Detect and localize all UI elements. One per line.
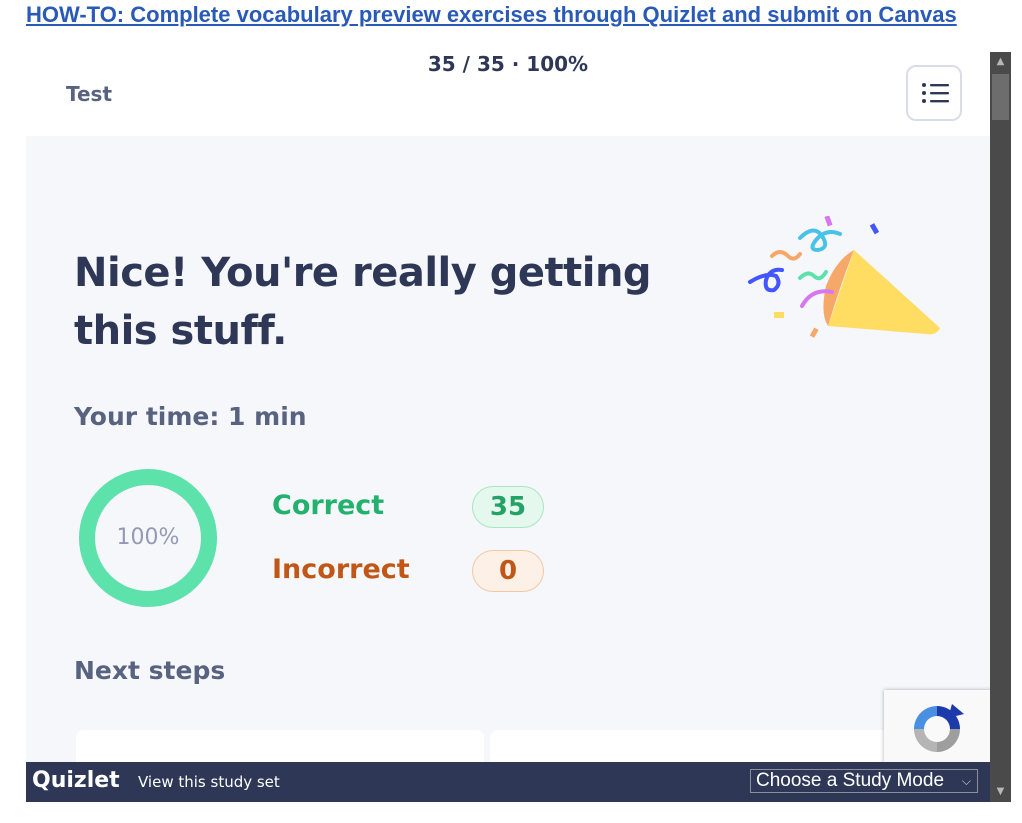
scrollbar[interactable]: ▲ ▼ bbox=[990, 52, 1011, 802]
view-study-set-link[interactable]: View this study set bbox=[138, 773, 280, 791]
scroll-up-arrow-icon[interactable]: ▲ bbox=[990, 52, 1011, 72]
scroll-down-arrow-icon[interactable]: ▼ bbox=[990, 782, 1011, 802]
top-bar: Test 35 / 35 · 100% bbox=[26, 52, 990, 136]
incorrect-count-badge: 0 bbox=[472, 550, 544, 592]
study-mode-label: Test bbox=[66, 82, 113, 106]
correct-label: Correct bbox=[272, 490, 385, 521]
time-label: Your time: 1 min bbox=[74, 402, 307, 431]
progress-counter: 35 / 35 · 100% bbox=[427, 52, 589, 76]
study-mode-select[interactable]: Choose a Study Mode ⌵ bbox=[750, 769, 978, 793]
chevron-down-icon: ⌵ bbox=[961, 774, 971, 788]
party-popper-icon bbox=[742, 215, 942, 350]
quizlet-logo[interactable]: Quizlet bbox=[32, 768, 120, 793]
next-steps-heading: Next steps bbox=[74, 656, 226, 685]
correct-count-badge: 35 bbox=[472, 486, 544, 528]
how-to-link[interactable]: HOW-TO: Complete vocabulary preview exer… bbox=[26, 2, 957, 28]
quizlet-embed: Test 35 / 35 · 100% Nice! You're really … bbox=[26, 52, 990, 802]
results-panel: Nice! You're really getting this stuff. … bbox=[26, 136, 990, 802]
incorrect-label: Incorrect bbox=[272, 554, 410, 585]
score-percent: 100% bbox=[116, 525, 180, 550]
study-mode-select-value: Choose a Study Mode bbox=[756, 770, 945, 791]
quizlet-footer: Quizlet View this study set Choose a Stu… bbox=[26, 762, 990, 802]
results-headline: Nice! You're really getting this stuff. bbox=[74, 250, 652, 354]
scroll-thumb[interactable] bbox=[992, 74, 1009, 120]
recaptcha-badge[interactable] bbox=[884, 690, 994, 764]
menu-button[interactable] bbox=[906, 65, 962, 121]
